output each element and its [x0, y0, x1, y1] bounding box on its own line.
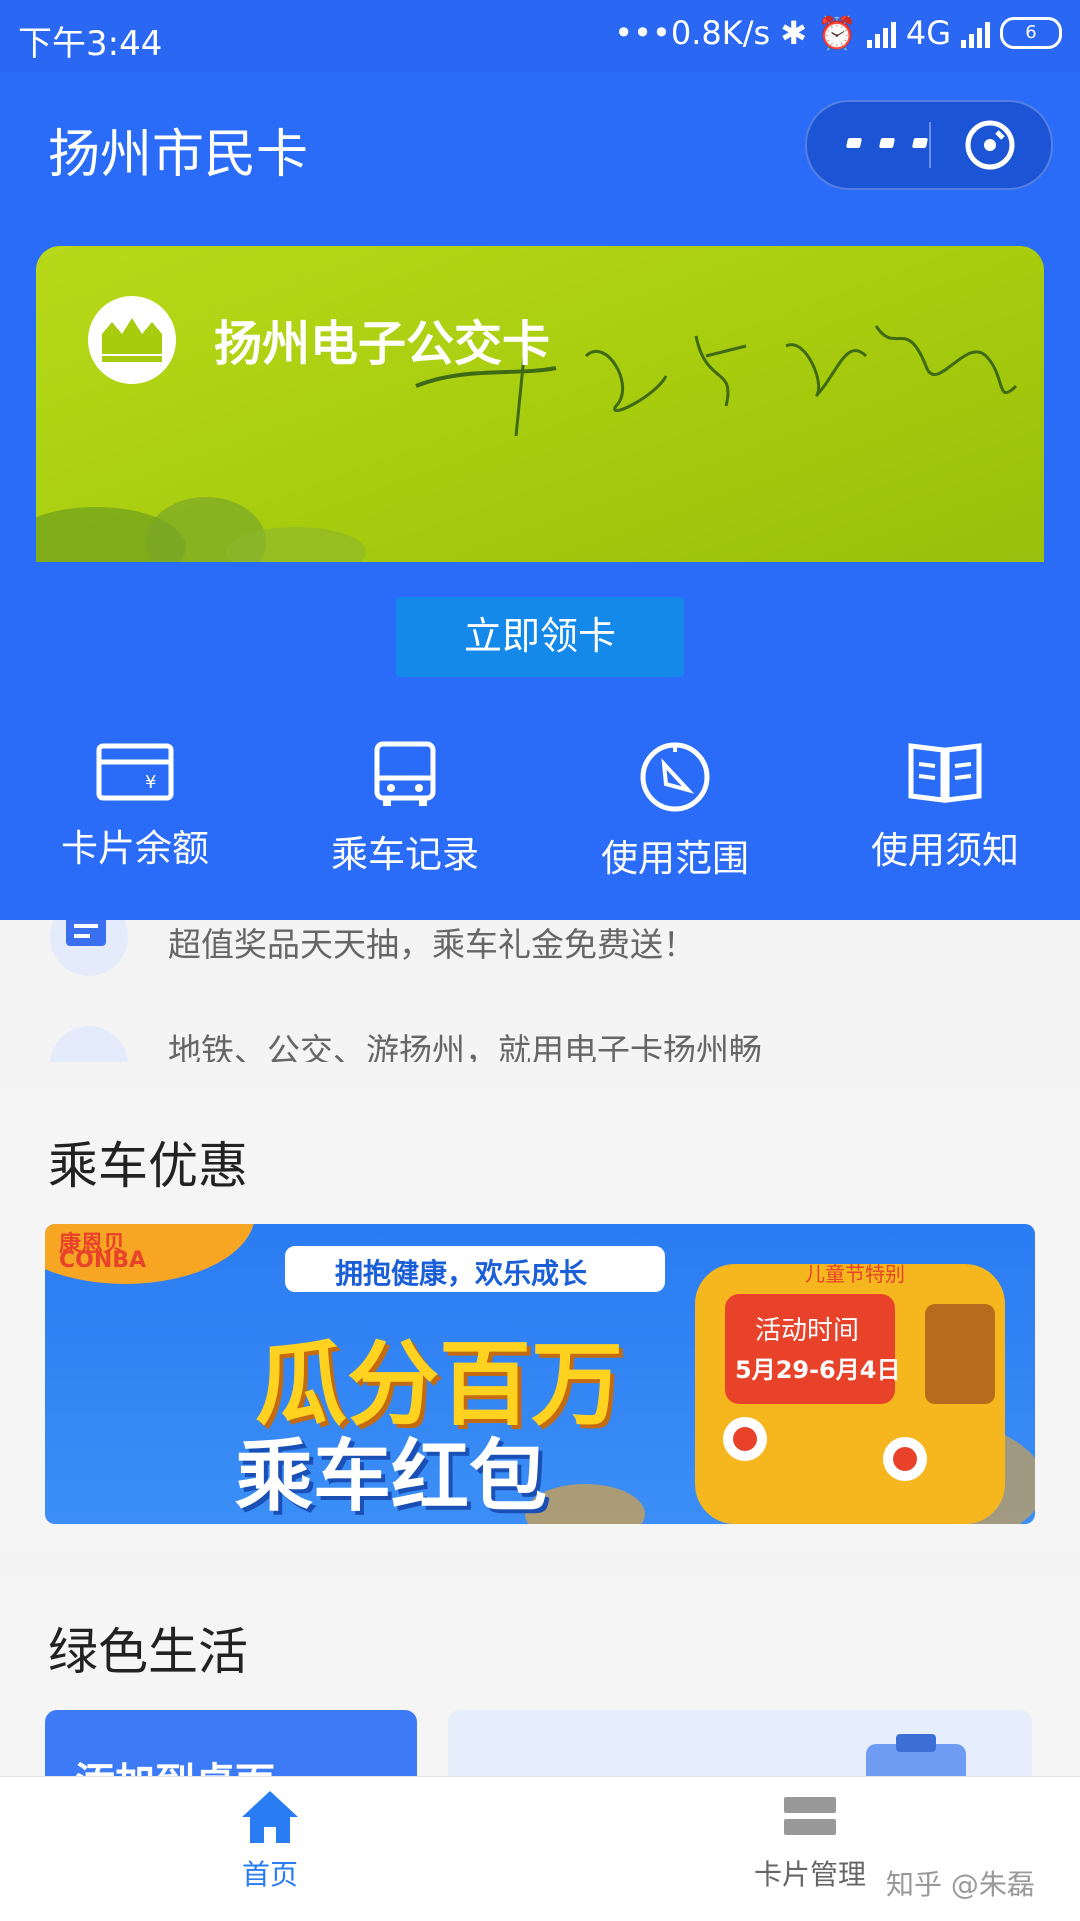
function-label: 乘车记录 — [331, 833, 479, 876]
trees-decoration — [36, 497, 366, 562]
book-icon — [908, 743, 982, 803]
function-label: 卡片余额 — [61, 827, 209, 870]
get-card-button[interactable]: 立即领卡 — [396, 597, 684, 677]
page-title: 扬州市民卡 — [48, 125, 309, 185]
tab-label: 卡片管理 — [753, 1858, 866, 1891]
card-name: 扬州电子公交卡 — [214, 316, 551, 372]
status-time: 下午3:44 — [18, 24, 163, 64]
notice-text: 超值奖品天天抽，乘车礼金免费送！ — [168, 925, 696, 964]
bluetooth-icon: ✱ — [780, 14, 807, 52]
notice-list: 超值奖品天天抽，乘车礼金免费送！ 地铁、公交、游扬州，就用电子卡扬州畅 — [0, 920, 1080, 1062]
status-bar: 下午3:44 •••0.8K/s ✱ ⏰ 4G 6 — [0, 0, 1080, 72]
tab-card-management[interactable]: 卡片管理 — [740, 1789, 880, 1893]
battery-icon: 6 — [1000, 17, 1062, 49]
home-icon — [242, 1791, 298, 1843]
section-title: 乘车优惠 — [48, 1137, 248, 1195]
function-usage-range[interactable]: 使用范围 — [540, 740, 810, 890]
promo-bus-tag: 儿童节特别 — [805, 1262, 905, 1286]
message-icon — [50, 920, 128, 976]
network-type: 4G — [905, 14, 951, 52]
promo-tagline: 拥抱健康，欢乐成长 — [335, 1257, 588, 1290]
bus-icon — [374, 741, 436, 806]
signal-icon — [866, 18, 896, 48]
promo-event-label: 活动时间 — [755, 1316, 860, 1346]
battery-level: 6 — [1025, 22, 1037, 43]
svg-text:¥: ¥ — [145, 772, 156, 793]
watermark: 知乎 @朱磊 — [886, 1868, 1035, 1901]
document-icon — [50, 1026, 128, 1062]
notice-text: 地铁、公交、游扬州，就用电子卡扬州畅 — [168, 1031, 762, 1062]
status-indicators: •••0.8K/s ✱ ⏰ 4G 6 — [614, 14, 1062, 52]
promo-brand-en: CONBA — [59, 1248, 147, 1273]
promo-headline: 乘车红包 — [235, 1432, 548, 1522]
promo-banner[interactable]: 康恩贝 CONBA 拥抱健康，欢乐成长 瓜分百万 乘车红包 儿童节特别 活动时间… — [45, 1224, 1035, 1524]
capsule-divider — [929, 122, 931, 168]
function-ride-records[interactable]: 乘车记录 — [270, 740, 540, 890]
promo-event-dates: 5月29-6月4日 — [735, 1356, 901, 1384]
card-icon: ¥ — [96, 743, 174, 801]
function-label: 使用须知 — [871, 829, 1019, 872]
signal-icon — [961, 18, 990, 48]
notice-item[interactable]: 超值奖品天天抽，乘车礼金免费送！ — [0, 920, 1080, 998]
bus-card[interactable]: 扬州电子公交卡 — [36, 246, 1044, 562]
function-card-balance[interactable]: ¥ 卡片余额 — [0, 740, 270, 890]
tab-home[interactable]: 首页 — [220, 1789, 320, 1893]
compass-icon — [640, 742, 710, 812]
network-speed: •••0.8K/s — [614, 14, 771, 52]
tab-label: 首页 — [241, 1858, 298, 1891]
card-logo — [88, 296, 176, 384]
more-icon[interactable] — [845, 128, 929, 158]
close-icon[interactable] — [963, 118, 1017, 172]
function-usage-notes[interactable]: 使用须知 — [810, 740, 1080, 890]
card-stack-icon — [784, 1797, 836, 1835]
miniapp-capsule — [805, 100, 1053, 190]
bottom-tab-bar: 首页 卡片管理 知乎 @朱磊 — [0, 1776, 1080, 1921]
function-label: 使用范围 — [601, 837, 749, 880]
notice-item[interactable]: 地铁、公交、游扬州，就用电子卡扬州畅 — [0, 1026, 1080, 1062]
section-title: 绿色生活 — [48, 1623, 248, 1681]
alarm-icon: ⏰ — [817, 14, 857, 52]
